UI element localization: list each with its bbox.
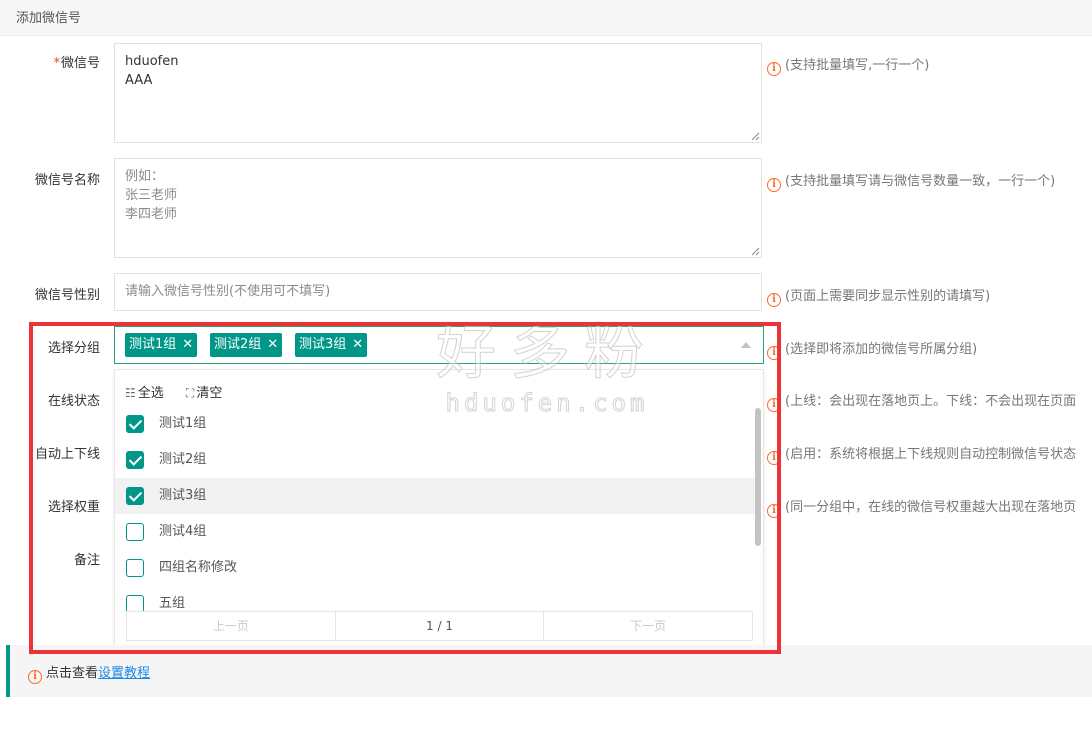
required-mark: * <box>53 56 60 71</box>
page-header: 添加微信号 <box>0 0 1092 36</box>
option-label: 四组名称修改 <box>159 560 238 575</box>
group-tag: 测试3组 ✕ <box>295 333 368 357</box>
select-all-label: 全选 <box>137 386 164 401</box>
option-label: 五组 <box>159 596 186 611</box>
auto-online-label: 自动上下线 <box>34 447 100 462</box>
dropdown-pager: 上一页 1 / 1 下一页 <box>126 611 753 641</box>
checkbox-unchecked[interactable] <box>126 523 144 541</box>
info-icon: i <box>767 293 781 307</box>
group-dropdown: ☷ 全选 ⛶ 清空 测试1组 测试2组 测试3组 测试4组 四组名称修改 五组 上一… <box>114 369 764 649</box>
option-label: 测试1组 <box>159 416 207 431</box>
close-icon[interactable]: ✕ <box>182 333 193 357</box>
select-all-button[interactable]: ☷ 全选 <box>125 382 164 401</box>
clear-label: 清空 <box>196 386 223 401</box>
tutorial-link[interactable]: 设置教程 <box>98 666 150 681</box>
checkbox-unchecked[interactable] <box>126 559 144 577</box>
auto-online-hint: i (启用：系统将根据上下线规则自动控制微信号状态 <box>767 443 1076 465</box>
auto-online-hint-text: (启用：系统将根据上下线规则自动控制微信号状态 <box>785 447 1077 462</box>
dropdown-option[interactable]: 测试4组 <box>115 514 755 550</box>
option-label: 测试3组 <box>159 488 207 503</box>
page-indicator: 1 / 1 <box>336 612 545 640</box>
dropdown-option[interactable]: 测试2组 <box>115 442 755 478</box>
resize-grip-icon[interactable] <box>751 132 760 141</box>
info-icon: i <box>767 451 781 465</box>
wechat-id-textarea[interactable]: hduofen AAA <box>114 43 762 143</box>
gender-input[interactable]: 请输入微信号性别(不使用可不填写) <box>114 273 762 311</box>
group-tag-label: 测试3组 <box>299 337 347 352</box>
group-tag: 测试1组 ✕ <box>125 333 198 357</box>
option-label: 测试2组 <box>159 452 207 467</box>
checkbox-checked[interactable] <box>126 451 144 469</box>
info-icon: i <box>767 178 781 192</box>
caret-up-icon[interactable] <box>741 342 751 348</box>
wechat-name-hint: i (支持批量填写请与微信号数量一致，一行一个) <box>767 170 1055 192</box>
wechat-name-placeholder: 张三老师 <box>125 188 178 203</box>
wechat-id-label-text: 微信号 <box>60 56 100 71</box>
group-tag-label: 测试2组 <box>214 337 262 352</box>
next-page-button[interactable]: 下一页 <box>544 612 752 640</box>
group-hint: i (选择即将添加的微信号所属分组) <box>767 338 977 360</box>
close-icon[interactable]: ✕ <box>352 333 363 357</box>
group-tag: 测试2组 ✕ <box>210 333 283 357</box>
close-icon[interactable]: ✕ <box>267 333 278 357</box>
wechat-name-label: 微信号名称 <box>34 173 100 188</box>
wechat-name-placeholder: 例如： <box>125 169 165 184</box>
weight-hint: i (同一分组中，在线的微信号权重越大出现在落地页 <box>767 496 1076 518</box>
dropdown-option[interactable]: 五组 <box>115 586 755 612</box>
gender-hint: i (页面上需要同步显示性别的请填写) <box>767 285 990 307</box>
group-hint-text: (选择即将添加的微信号所属分组) <box>785 342 978 357</box>
page-title: 添加微信号 <box>16 11 82 26</box>
resize-grip-icon[interactable] <box>751 247 760 256</box>
checkbox-checked[interactable] <box>126 487 144 505</box>
group-select[interactable]: 测试1组 ✕ 测试2组 ✕ 测试3组 ✕ <box>114 326 764 364</box>
online-status-label: 在线状态 <box>47 394 100 409</box>
option-label: 测试4组 <box>159 524 207 539</box>
notice-label: 点击查看 <box>46 666 99 681</box>
info-icon: i <box>767 504 781 518</box>
dropdown-option[interactable]: 测试1组 <box>115 406 755 442</box>
group-label: 选择分组 <box>47 341 100 356</box>
info-icon: i <box>28 670 42 684</box>
info-icon: i <box>767 346 781 360</box>
dropdown-option[interactable]: 测试3组 <box>115 478 755 514</box>
prev-page-button[interactable]: 上一页 <box>127 612 336 640</box>
add-wechat-page: 添加微信号 *微信号 hduofen AAA i (支持批量填写,一行一个) 微信… <box>0 0 1092 743</box>
online-status-hint-text: (上线：会出现在落地页上。下线：不会出现在页面 <box>785 394 1077 409</box>
wechat-id-hint-text: (支持批量填写,一行一个) <box>785 58 930 73</box>
dropdown-toolbar: ☷ 全选 ⛶ 清空 <box>125 382 240 401</box>
weight-hint-text: (同一分组中，在线的微信号权重越大出现在落地页 <box>785 500 1077 515</box>
wechat-id-line: AAA <box>125 73 153 88</box>
wechat-id-hint: i (支持批量填写,一行一个) <box>767 54 929 76</box>
gender-hint-text: (页面上需要同步显示性别的请填写) <box>785 289 991 304</box>
checkbox-checked[interactable] <box>126 415 144 433</box>
wechat-id-line: hduofen <box>125 54 179 69</box>
remark-label: 备注 <box>73 553 100 568</box>
dropdown-options: 测试1组 测试2组 测试3组 测试4组 四组名称修改 五组 <box>115 406 755 612</box>
gender-label: 微信号性别 <box>34 288 100 303</box>
weight-label: 选择权重 <box>47 500 100 515</box>
dropdown-scrollbar[interactable] <box>755 408 761 546</box>
online-status-hint: i (上线：会出现在落地页上。下线：不会出现在页面 <box>767 390 1076 412</box>
group-tag-label: 测试1组 <box>129 337 177 352</box>
wechat-id-label: *微信号 <box>0 52 100 71</box>
wechat-name-textarea[interactable]: 例如： 张三老师 李四老师 <box>114 158 762 258</box>
list-check-icon: ☷ <box>125 386 136 400</box>
dropdown-option[interactable]: 四组名称修改 <box>115 550 755 586</box>
clear-icon: ⛶ <box>185 386 195 400</box>
info-icon: i <box>767 62 781 76</box>
info-icon: i <box>767 398 781 412</box>
wechat-name-placeholder: 李四老师 <box>125 207 178 222</box>
notice-text: i 点击查看设置教程 <box>28 662 150 684</box>
wechat-name-hint-text: (支持批量填写请与微信号数量一致，一行一个) <box>785 174 1056 189</box>
checkbox-unchecked[interactable] <box>126 595 144 612</box>
tutorial-notice: i 点击查看设置教程 <box>6 645 1092 697</box>
clear-button[interactable]: ⛶ 清空 <box>186 382 222 401</box>
